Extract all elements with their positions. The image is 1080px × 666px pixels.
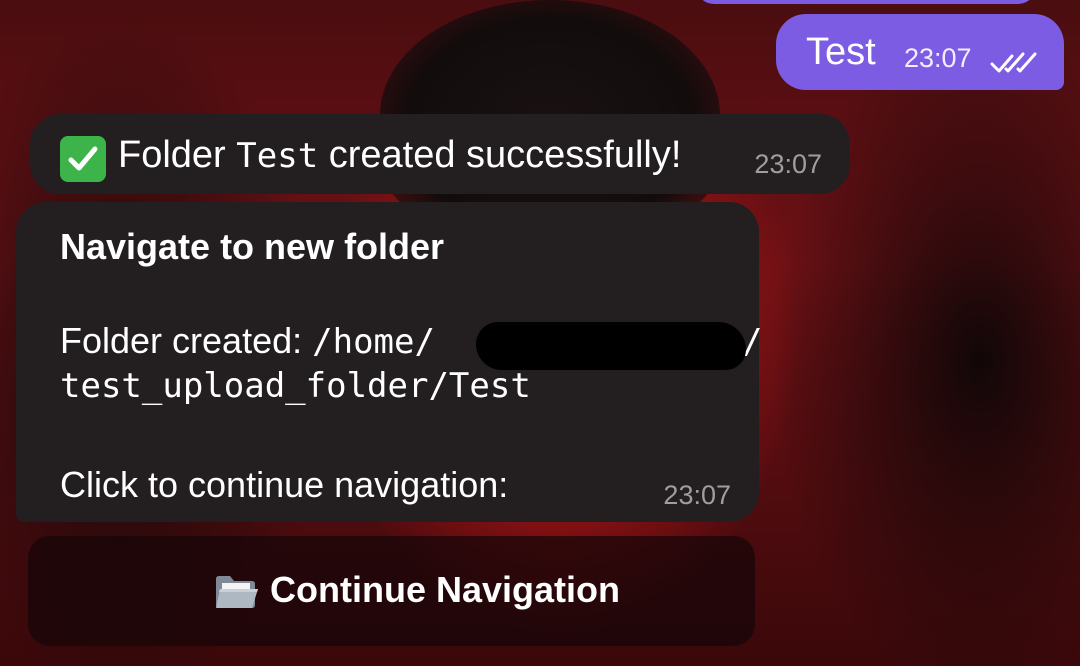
previous-outgoing-bubble-edge[interactable] [696, 0, 1036, 4]
outgoing-message-text: Test [806, 31, 876, 73]
success-text-after: created successfully! [318, 134, 682, 176]
navigation-message-time: 23:07 [663, 480, 731, 510]
bot-navigation-message[interactable]: Navigate to new folder Folder created: /… [16, 202, 762, 522]
folder-created-line: Folder created: /home// [60, 320, 762, 362]
outgoing-message-time: 23:07 [904, 43, 972, 73]
check-mark-button-icon [60, 136, 106, 182]
continue-prompt-text: Click to continue navigation: [60, 464, 509, 505]
double-check-icon [990, 52, 1037, 73]
success-text-before: Folder [118, 134, 237, 176]
folder-created-label: Folder created: [60, 320, 313, 361]
continue-navigation-label: Continue Navigation [270, 569, 620, 610]
folder-path-continued: test_upload_folder/Test [60, 366, 531, 406]
navigation-title: Navigate to new folder [60, 226, 445, 267]
continue-navigation-button[interactable]: Continue Navigation [28, 536, 755, 646]
redaction-scribble [476, 322, 746, 370]
folder-path-start: /home/ [312, 322, 435, 362]
bot-success-message[interactable]: Folder Test created successfully! 23:07 [30, 114, 850, 194]
success-message-time: 23:07 [754, 149, 822, 179]
outgoing-message-bubble[interactable]: Test 23:07 [776, 14, 1064, 90]
folder-icon [216, 576, 258, 608]
folder-name-code: Test [236, 136, 319, 176]
success-message-text: Folder Test created successfully! [118, 132, 681, 179]
